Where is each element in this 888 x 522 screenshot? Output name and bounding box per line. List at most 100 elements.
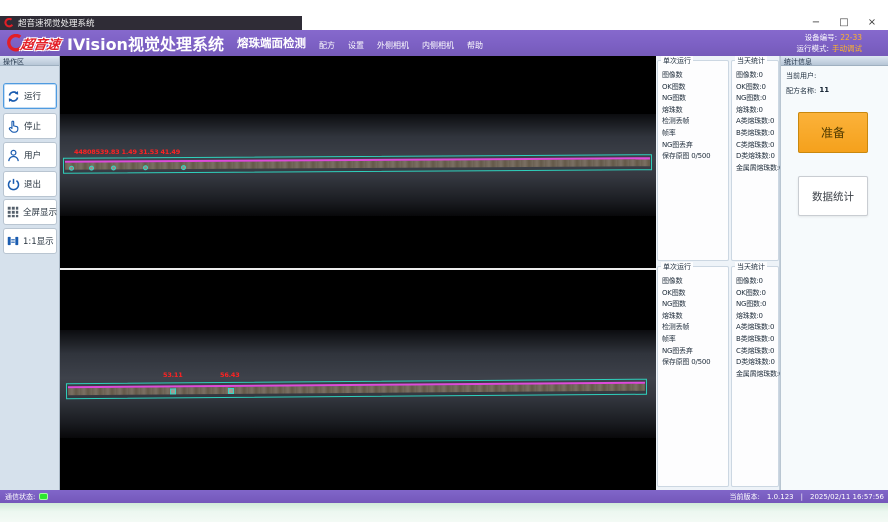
device-info: 设备编号: 22-33 运行模式: 手动调试 xyxy=(796,32,862,54)
stat-row: OK图数 xyxy=(662,288,728,300)
menu-item-help[interactable]: 帮助 xyxy=(467,40,483,51)
stat-row: C类熔珠数:0 xyxy=(736,140,778,152)
device-id-value: 22-33 xyxy=(840,32,862,43)
window-controls: − □ × xyxy=(802,16,886,30)
single-run-group-2: 单次运行 图像数 OK图数 NG图数 熔珠数 检测丢帧 帧率 NG图丢弃 保存原… xyxy=(657,266,729,487)
status-bar: 通信状态: 当前版本: 1.0.123 | 2025/02/11 16:57:5… xyxy=(0,490,888,503)
stat-row: 金属屑熔珠数:0 xyxy=(736,163,778,175)
defect-marker xyxy=(170,388,176,394)
one-to-one-icon xyxy=(6,234,20,248)
stat-row: 熔珠数:0 xyxy=(736,105,778,117)
defect-marker xyxy=(143,165,148,170)
stat-row: 熔珠数:0 xyxy=(736,311,778,323)
right-panel-title: 统计信息 xyxy=(781,56,888,66)
stat-row: 熔珠数 xyxy=(662,311,728,323)
stat-row: 保存原图 0/500 xyxy=(662,151,728,163)
sidebar-title: 操作区 xyxy=(0,56,59,66)
titlebar: 超音速视觉处理系统 − □ × xyxy=(0,0,888,30)
group-title: 当天统计 xyxy=(735,56,767,66)
menu-item-inner-camera[interactable]: 内侧相机 xyxy=(422,40,454,51)
run-button-label: 运行 xyxy=(24,90,41,102)
window-title: 超音速视觉处理系统 xyxy=(18,17,95,29)
comm-status-label: 通信状态: xyxy=(5,492,35,502)
fullscreen-button-label: 全屏显示 xyxy=(23,206,57,218)
exit-button-label: 退出 xyxy=(24,178,41,190)
menu-item-outer-camera[interactable]: 外侧相机 xyxy=(377,40,409,51)
version-value: 1.0.123 xyxy=(767,493,794,501)
daily-stats-group-2: 当天统计 图像数:0 OK图数:0 NG图数:0 熔珠数:0 A类熔珠数:0 B… xyxy=(731,266,779,487)
user-button-label: 用户 xyxy=(24,149,41,161)
user-button[interactable]: 用户 xyxy=(3,142,57,168)
stat-row: A类熔珠数:0 xyxy=(736,116,778,128)
statistics-info-panel: 统计信息 当前用户: 配方名称: 11 准备 数据统计 xyxy=(780,56,888,490)
stat-row: 图像数 xyxy=(662,276,728,288)
stat-row: 图像数:0 xyxy=(736,276,778,288)
comm-status-indicator xyxy=(39,493,48,500)
brand-text: 超音速 xyxy=(19,34,61,53)
measurement-text: 44808539.83 1.49 31.53 41.49 xyxy=(74,148,180,156)
main-menu: 配方 设置 外侧相机 内侧相机 帮助 xyxy=(319,40,483,51)
stat-row: B类熔珠数:0 xyxy=(736,334,778,346)
group-title: 当天统计 xyxy=(735,262,767,272)
current-user-label: 当前用户: xyxy=(786,71,816,81)
close-button[interactable]: × xyxy=(858,16,886,30)
menu-item-settings[interactable]: 设置 xyxy=(348,40,364,51)
fullscreen-button[interactable]: 全屏显示 xyxy=(3,199,57,225)
statistics-column: 单次运行 图像数 OK图数 NG图数 熔珠数 检测丢帧 帧率 NG图丢弃 保存原… xyxy=(656,56,780,490)
prepare-button[interactable]: 准备 xyxy=(798,112,868,153)
app-subtitle: 熔珠端面检测 xyxy=(237,35,306,51)
fullscreen-grid-icon xyxy=(6,205,20,219)
stat-row: 检测丢帧 xyxy=(662,116,728,128)
stat-row: B类熔珠数:0 xyxy=(736,128,778,140)
recipe-name-value: 11 xyxy=(819,86,829,96)
app-title: IVision视觉处理系统 xyxy=(67,31,224,55)
group-title: 单次运行 xyxy=(661,56,693,66)
camera-display-area: 44808539.83 1.49 31.53 41.49 53.11 56.43 xyxy=(60,56,656,490)
stop-button[interactable]: 停止 xyxy=(3,113,57,139)
data-statistics-button[interactable]: 数据统计 xyxy=(798,176,868,216)
one-to-one-button[interactable]: 1:1显示 xyxy=(3,228,57,254)
version-label: 当前版本: xyxy=(730,492,760,502)
power-icon xyxy=(6,177,21,192)
menu-item-recipe[interactable]: 配方 xyxy=(319,40,335,51)
stat-row: OK图数:0 xyxy=(736,288,778,300)
measurement-label: 56.43 xyxy=(220,371,240,379)
stat-row: NG图数 xyxy=(662,299,728,311)
exit-button[interactable]: 退出 xyxy=(3,171,57,197)
outer-camera-viewport[interactable]: 44808539.83 1.49 31.53 41.49 xyxy=(60,56,656,268)
stat-row: NG图数 xyxy=(662,93,728,105)
stat-row: 帧率 xyxy=(662,334,728,346)
titlebar-left: 超音速视觉处理系统 xyxy=(0,16,302,30)
defect-marker xyxy=(69,166,74,171)
stat-row: NG图数:0 xyxy=(736,299,778,311)
run-button[interactable]: 运行 xyxy=(3,83,57,109)
defect-marker xyxy=(228,388,234,394)
stat-row: 图像数:0 xyxy=(736,70,778,82)
defect-marker xyxy=(111,165,116,170)
inner-camera-viewport[interactable]: 53.11 56.43 xyxy=(60,270,656,490)
operation-sidebar: 操作区 运行 停止 用户 xyxy=(0,56,60,490)
defect-marker xyxy=(89,166,94,171)
brand-logo: 超音速 xyxy=(5,34,60,53)
recipe-name-label: 配方名称: xyxy=(786,86,816,96)
stat-row: NG图丢弃 xyxy=(662,140,728,152)
run-icon xyxy=(6,89,21,104)
maximize-button[interactable]: □ xyxy=(830,16,858,30)
stat-row: 检测丢帧 xyxy=(662,322,728,334)
stat-row: OK图数:0 xyxy=(736,82,778,94)
run-mode-label: 运行模式: xyxy=(796,43,829,54)
stat-row: A类熔珠数:0 xyxy=(736,322,778,334)
stat-row: 熔珠数 xyxy=(662,105,728,117)
stat-row: 帧率 xyxy=(662,128,728,140)
user-icon xyxy=(6,148,21,163)
minimize-button[interactable]: − xyxy=(802,16,830,30)
app-window: 超音速视觉处理系统 − □ × 超音速 IVision视觉处理系统 熔珠端面检测… xyxy=(0,0,888,522)
single-run-group-1: 单次运行 图像数 OK图数 NG图数 熔珠数 检测丢帧 帧率 NG图丢弃 保存原… xyxy=(657,60,729,261)
run-mode-value: 手动调试 xyxy=(832,43,862,54)
app-header: 超音速 IVision视觉处理系统 熔珠端面检测 配方 设置 外侧相机 内侧相机… xyxy=(0,30,888,56)
stat-row: 图像数 xyxy=(662,70,728,82)
stat-row: 金属屑熔珠数:0 xyxy=(736,369,778,381)
status-separator: | xyxy=(801,493,803,501)
stop-button-label: 停止 xyxy=(24,120,41,132)
one-to-one-button-label: 1:1显示 xyxy=(23,235,54,247)
